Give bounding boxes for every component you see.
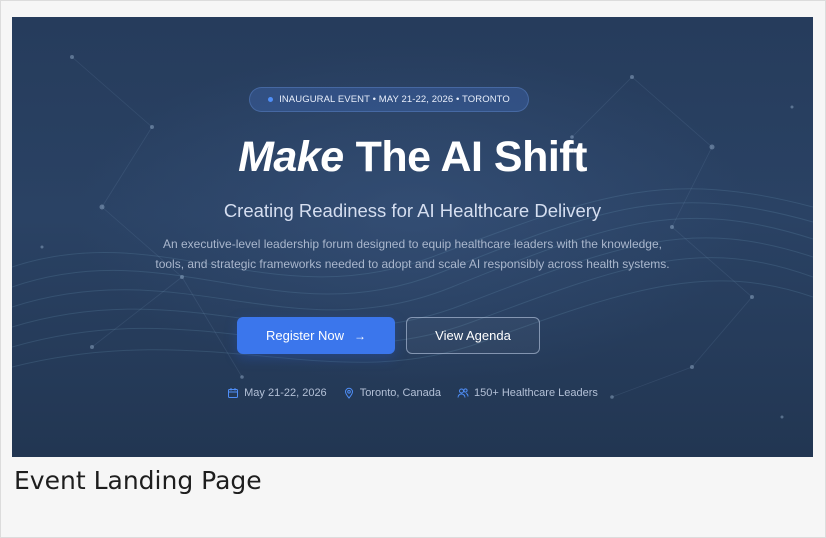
meta-location: Toronto, Canada — [343, 387, 441, 399]
users-icon — [457, 388, 469, 398]
meta-date: May 21-22, 2026 — [227, 387, 327, 399]
image-caption: Event Landing Page — [14, 466, 262, 495]
arrow-right-icon: → — [354, 328, 367, 343]
subtitle: Creating Readiness for AI Healthcare Del… — [223, 200, 602, 221]
description: An executive-level leadership forum desi… — [155, 237, 670, 271]
page-title: Make The AI Shift — [12, 133, 813, 182]
event-meta: May 21-22, 2026 Toronto, Canada 150+ Hea… — [12, 387, 813, 399]
view-agenda-label: View Agenda — [435, 328, 511, 343]
meta-date-text: May 21-22, 2026 — [244, 387, 327, 399]
badge-dot-icon — [268, 97, 274, 102]
register-now-button[interactable]: Register Now → — [237, 317, 395, 354]
view-agenda-button[interactable]: View Agenda — [406, 317, 540, 354]
meta-attendees: 150+ Healthcare Leaders — [457, 387, 598, 399]
headline-rest: The AI Shift — [355, 133, 588, 181]
meta-location-text: Toronto, Canada — [359, 387, 442, 399]
event-badge: INAUGURAL EVENT • MAY 21-22, 2026 • TORO… — [249, 87, 529, 112]
register-now-label: Register Now — [265, 328, 345, 343]
hero-section: INAUGURAL EVENT • MAY 21-22, 2026 • TORO… — [12, 17, 813, 457]
headline-emphasis: Make — [238, 133, 344, 181]
screenshot-card: INAUGURAL EVENT • MAY 21-22, 2026 • TORO… — [0, 0, 826, 538]
location-pin-icon — [344, 387, 353, 399]
calendar-icon — [228, 388, 239, 398]
badge-text: INAUGURAL EVENT • MAY 21-22, 2026 • TORO… — [279, 94, 510, 105]
meta-attendees-text: 150+ Healthcare Leaders — [474, 387, 598, 399]
